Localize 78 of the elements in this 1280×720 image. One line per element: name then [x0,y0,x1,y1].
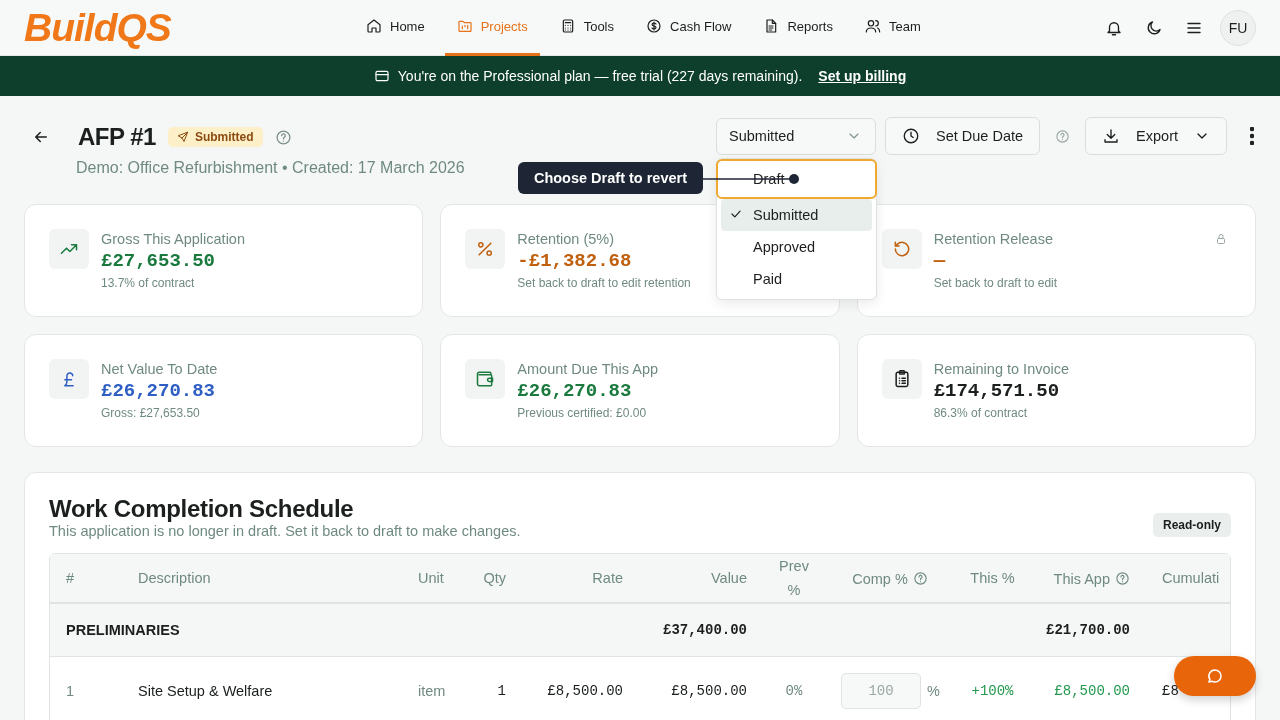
nav-tab[interactable]: Reports [751,0,845,56]
table-cell: £8,500.00 [1054,683,1130,699]
percent-sign: % [927,683,940,699]
stat-label: Retention (5%) [517,231,616,247]
folder-icon [456,18,473,34]
stat-value: — [933,250,947,272]
stat-label: Net Value To Date [101,361,218,377]
export-button[interactable]: Export [1085,117,1227,155]
billing-link[interactable]: Set up billing [818,68,907,84]
table-cell: £8,500.00 [547,683,623,699]
nav-tab[interactable]: Cash Flow [634,0,744,56]
table-cell: £37,400.00 [663,622,747,638]
status-option[interactable]: Paid [721,262,872,295]
column-header: Cumulati [1162,570,1220,586]
due-date-button[interactable]: Set Due Date [885,117,1041,155]
stat-label: Remaining to Invoice [933,361,1070,377]
column-header: Value [711,570,747,586]
help-icon [1055,128,1071,144]
table-cell: +100% [971,683,1014,699]
table-cell: £8,500.00 [671,683,747,699]
send-icon [176,131,189,143]
table-cell: Site Setup & Welfare [138,683,273,699]
user-avatar[interactable]: FU [1220,9,1256,46]
stat-value: -£1,382.68 [517,250,633,272]
stat-label: Retention Release [933,231,1054,247]
stat-note: Set back to draft to edit retention [517,276,691,290]
stat-value: £26,270.83 [517,380,633,402]
column-header: Prev % [779,558,809,598]
table-cell: 1 [497,683,506,699]
chat-bubble-icon [1206,667,1224,685]
more-icon [1250,127,1254,145]
table-cell: £21,700.00 [1046,622,1130,638]
table-cell: £8 [1162,683,1179,699]
column-header: Qty [483,570,506,586]
clock-icon [902,127,920,145]
section-title: Work Completion Schedule [49,495,355,523]
download-icon [1102,127,1121,145]
credit-card-icon [373,68,390,84]
status-option[interactable]: Submitted [721,198,872,231]
status-select[interactable]: Submitted [716,117,876,155]
dollar-icon [646,18,662,34]
plan-notice: You're on the Professional plan — free trial (227 days remaining). [397,68,803,84]
table-cell: 0% [785,683,803,699]
help-icon [274,128,292,146]
people-icon [864,18,881,34]
column-header: Comp % [852,569,908,589]
more-button[interactable] [1250,127,1254,145]
column-header: Description [138,570,211,586]
status-option[interactable]: Approved [721,230,872,263]
column-header: This % [970,570,1015,586]
stat-note: Previous certified: £0.00 [517,406,648,420]
page-title: AFP #1 [78,123,156,151]
read-only-badge: Read-only [1153,513,1231,537]
tooltip: Choose Draft to revert [517,161,703,194]
column-header: This App [1053,569,1110,589]
nav-tab[interactable]: Tools [547,0,626,56]
moon-icon [1145,18,1163,37]
nav-tab[interactable]: Home [354,0,437,56]
table-cell: item [418,683,446,699]
column-header: Unit [418,570,444,586]
column-header: Rate [592,570,623,586]
status-badge: Submitted [167,127,263,147]
stat-note: 86.3% of contract [933,406,1029,420]
home-icon [366,18,382,34]
stat-note: 13.7% of contract [101,276,196,290]
stat-value: £174,571.50 [933,380,1061,402]
stat-label: Amount Due This App [517,361,659,377]
stat-label: Gross This Application [101,231,245,247]
stat-value: £27,653.50 [101,250,217,272]
section-description: This application is no longer in draft. Set it back to draft to make changes. [49,523,521,539]
stat-note: Set back to draft to edit [933,276,1058,290]
stat-note: Gross: £27,653.50 [101,406,201,420]
column-header: # [66,570,75,586]
table-cell: 1 [66,683,75,699]
page-subtitle: Demo: Office Refurbishment • Created: 17 March 2026 [76,159,465,177]
section-row-title: PRELIMINARIES [66,622,180,638]
nav-tab[interactable]: Team [852,0,933,56]
stat-value: £26,270.83 [101,380,217,402]
